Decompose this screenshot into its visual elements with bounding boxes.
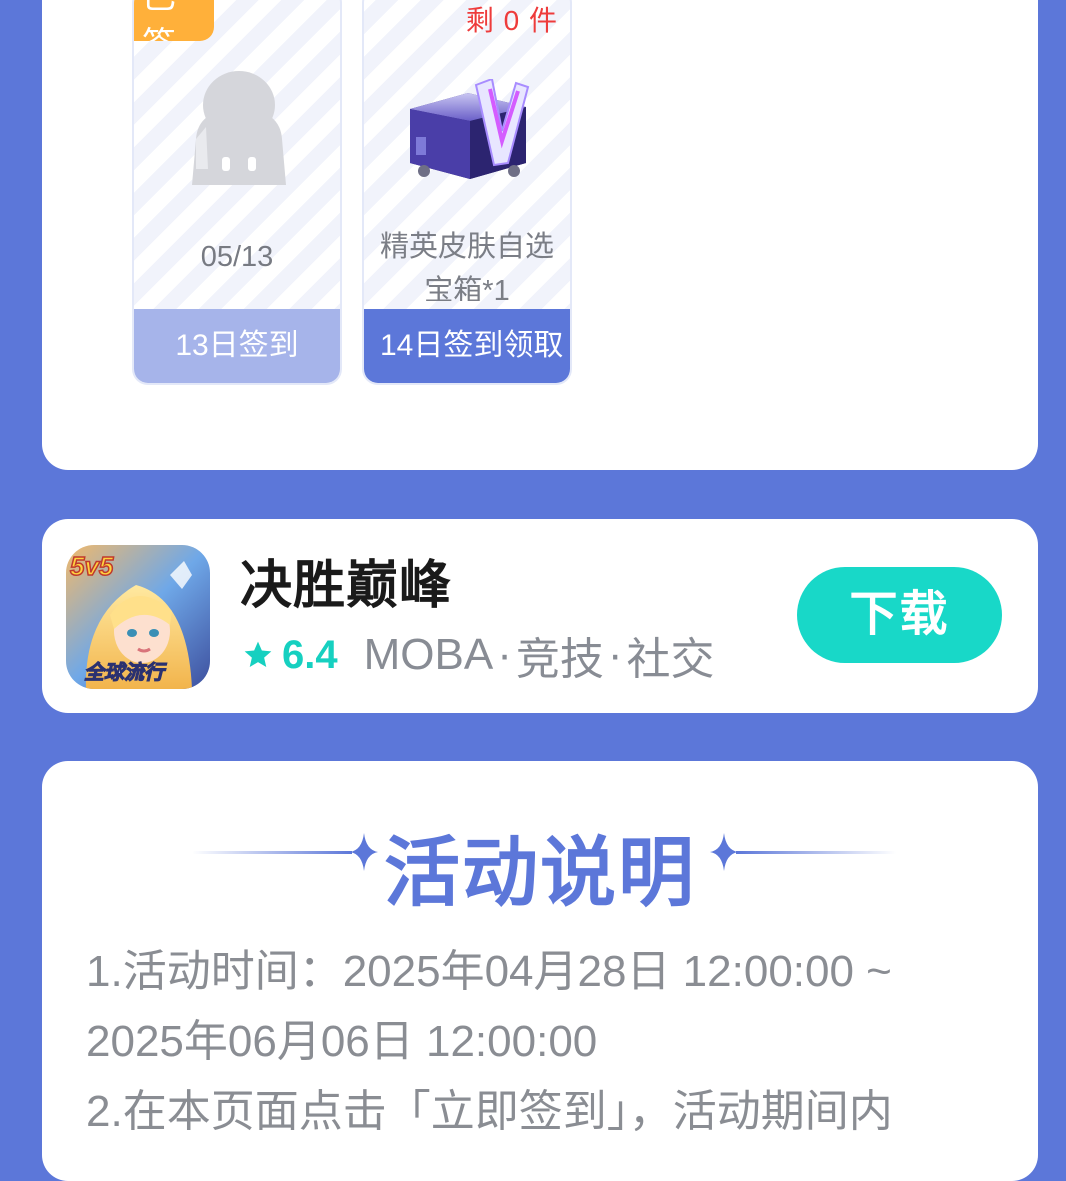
game-tag: 竞技 [515, 635, 604, 684]
checkin-date: 05/13 [200, 241, 274, 273]
rule-item: 1.活动时间：2025年04月28日 12:00:00 ~ 2025年06月06… [86, 947, 892, 1066]
icon-badge-text: 5v5 [70, 551, 114, 581]
activity-description-panel: 活动说明 1.活动时间：2025年04月28日 12:00:00 ~ 2025年… [42, 761, 1038, 1181]
game-icon[interactable]: 5v5 全球流行 [66, 545, 210, 689]
game-title[interactable]: 决胜巅峰 [240, 543, 452, 618]
checkin-day-card[interactable]: 已签 05/13 13日签到 [132, 0, 342, 385]
checkin-panel: 已签 05/13 13日签到 剩 0 件 [42, 0, 1038, 470]
rule-item: 2.在本页面点击「立即签到」，活动期间内 [86, 1087, 893, 1136]
game-meta: 6.4 MOBA · 竞技 · 社交 [242, 627, 715, 684]
checkin-day-card[interactable]: 剩 0 件 精英皮肤自选宝箱*1 14日签到领取 [362, 0, 572, 385]
game-tag: MOBA [363, 630, 494, 679]
signed-badge: 已签 [134, 0, 214, 41]
signed-badge-label: 已签 [142, 0, 182, 41]
game-tag: 社交 [626, 635, 715, 684]
section-header: 活动说明 [42, 805, 1038, 916]
star-icon [244, 641, 272, 667]
prize-name: 精英皮肤自选宝箱*1 [380, 231, 554, 301]
icon-caption-text: 全球流行 [84, 660, 167, 684]
checkin-day-label: 13日签到 [134, 309, 340, 383]
game-card[interactable]: 5v5 全球流行 决胜巅峰 6.4 MOBA · 竞技 · 社交 下载 [42, 519, 1038, 713]
remaining-count: 剩 0 件 [465, 5, 558, 36]
sparkle-divider-right-icon [710, 833, 896, 871]
game-rating: 6.4 [282, 632, 338, 677]
treasure-chest-icon [410, 79, 530, 179]
tag-separator: · [607, 630, 623, 679]
game-tags: MOBA · 竞技 · 社交 [364, 623, 715, 687]
checkin-claim-button[interactable]: 14日签到领取 [364, 309, 570, 383]
avatar-placeholder-icon [192, 71, 286, 185]
tag-separator: · [497, 630, 512, 679]
download-button[interactable]: 下载 [797, 567, 1002, 663]
rules-list: 1.活动时间：2025年04月28日 12:00:00 ~ 2025年06月06… [86, 937, 998, 1147]
